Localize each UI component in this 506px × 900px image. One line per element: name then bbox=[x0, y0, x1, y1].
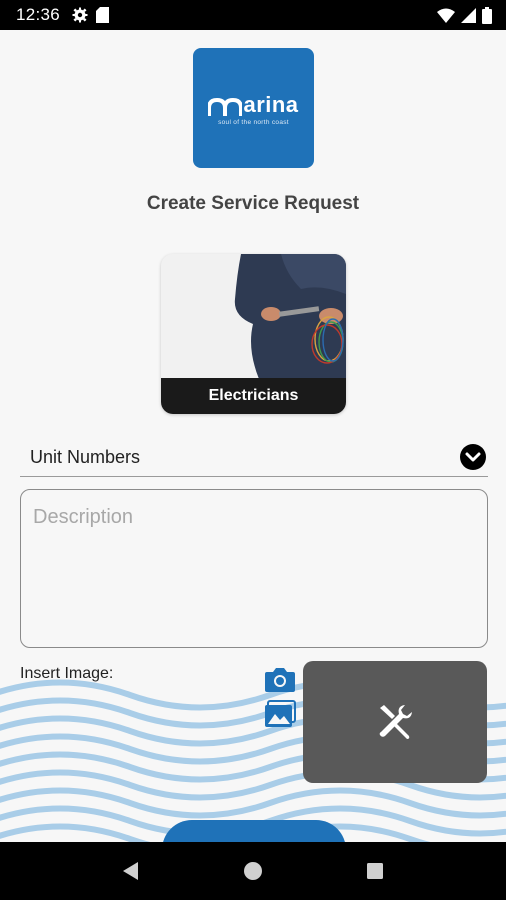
logo-wordmark: arina bbox=[208, 94, 298, 116]
logo-m-mark bbox=[208, 98, 243, 116]
category-label: Electricians bbox=[161, 378, 346, 414]
camera-icon[interactable] bbox=[264, 665, 296, 693]
wifi-icon bbox=[437, 8, 455, 23]
gear-icon bbox=[72, 7, 88, 23]
unit-numbers-dropdown[interactable]: Unit Numbers bbox=[20, 438, 488, 477]
battery-icon bbox=[482, 6, 492, 24]
logo-brand-text: arina bbox=[243, 92, 299, 117]
back-icon[interactable] bbox=[120, 860, 142, 882]
signal-icon bbox=[461, 7, 476, 23]
recents-icon[interactable] bbox=[364, 860, 386, 882]
sd-card-icon bbox=[96, 7, 110, 23]
chevron-down-icon[interactable] bbox=[460, 444, 486, 470]
description-field-container bbox=[20, 489, 488, 648]
status-bar: 12:36 bbox=[0, 0, 506, 30]
unit-numbers-label: Unit Numbers bbox=[30, 446, 141, 467]
system-nav-bar bbox=[0, 842, 506, 900]
logo-tagline: soul of the north coast bbox=[218, 119, 289, 126]
category-card-electricians[interactable]: Electricians bbox=[161, 254, 346, 414]
description-field[interactable] bbox=[21, 490, 487, 647]
home-icon[interactable] bbox=[242, 860, 264, 882]
status-time: 12:36 bbox=[16, 5, 61, 24]
tools-icon bbox=[379, 705, 412, 739]
tools-overlay[interactable] bbox=[303, 661, 487, 783]
page-title: Create Service Request bbox=[146, 193, 360, 214]
insert-image-label: Insert Image: bbox=[20, 665, 114, 682]
electrician-photo bbox=[161, 254, 346, 379]
gallery-icon[interactable] bbox=[264, 700, 296, 728]
marina-logo: arina soul of the north coast bbox=[193, 48, 314, 168]
